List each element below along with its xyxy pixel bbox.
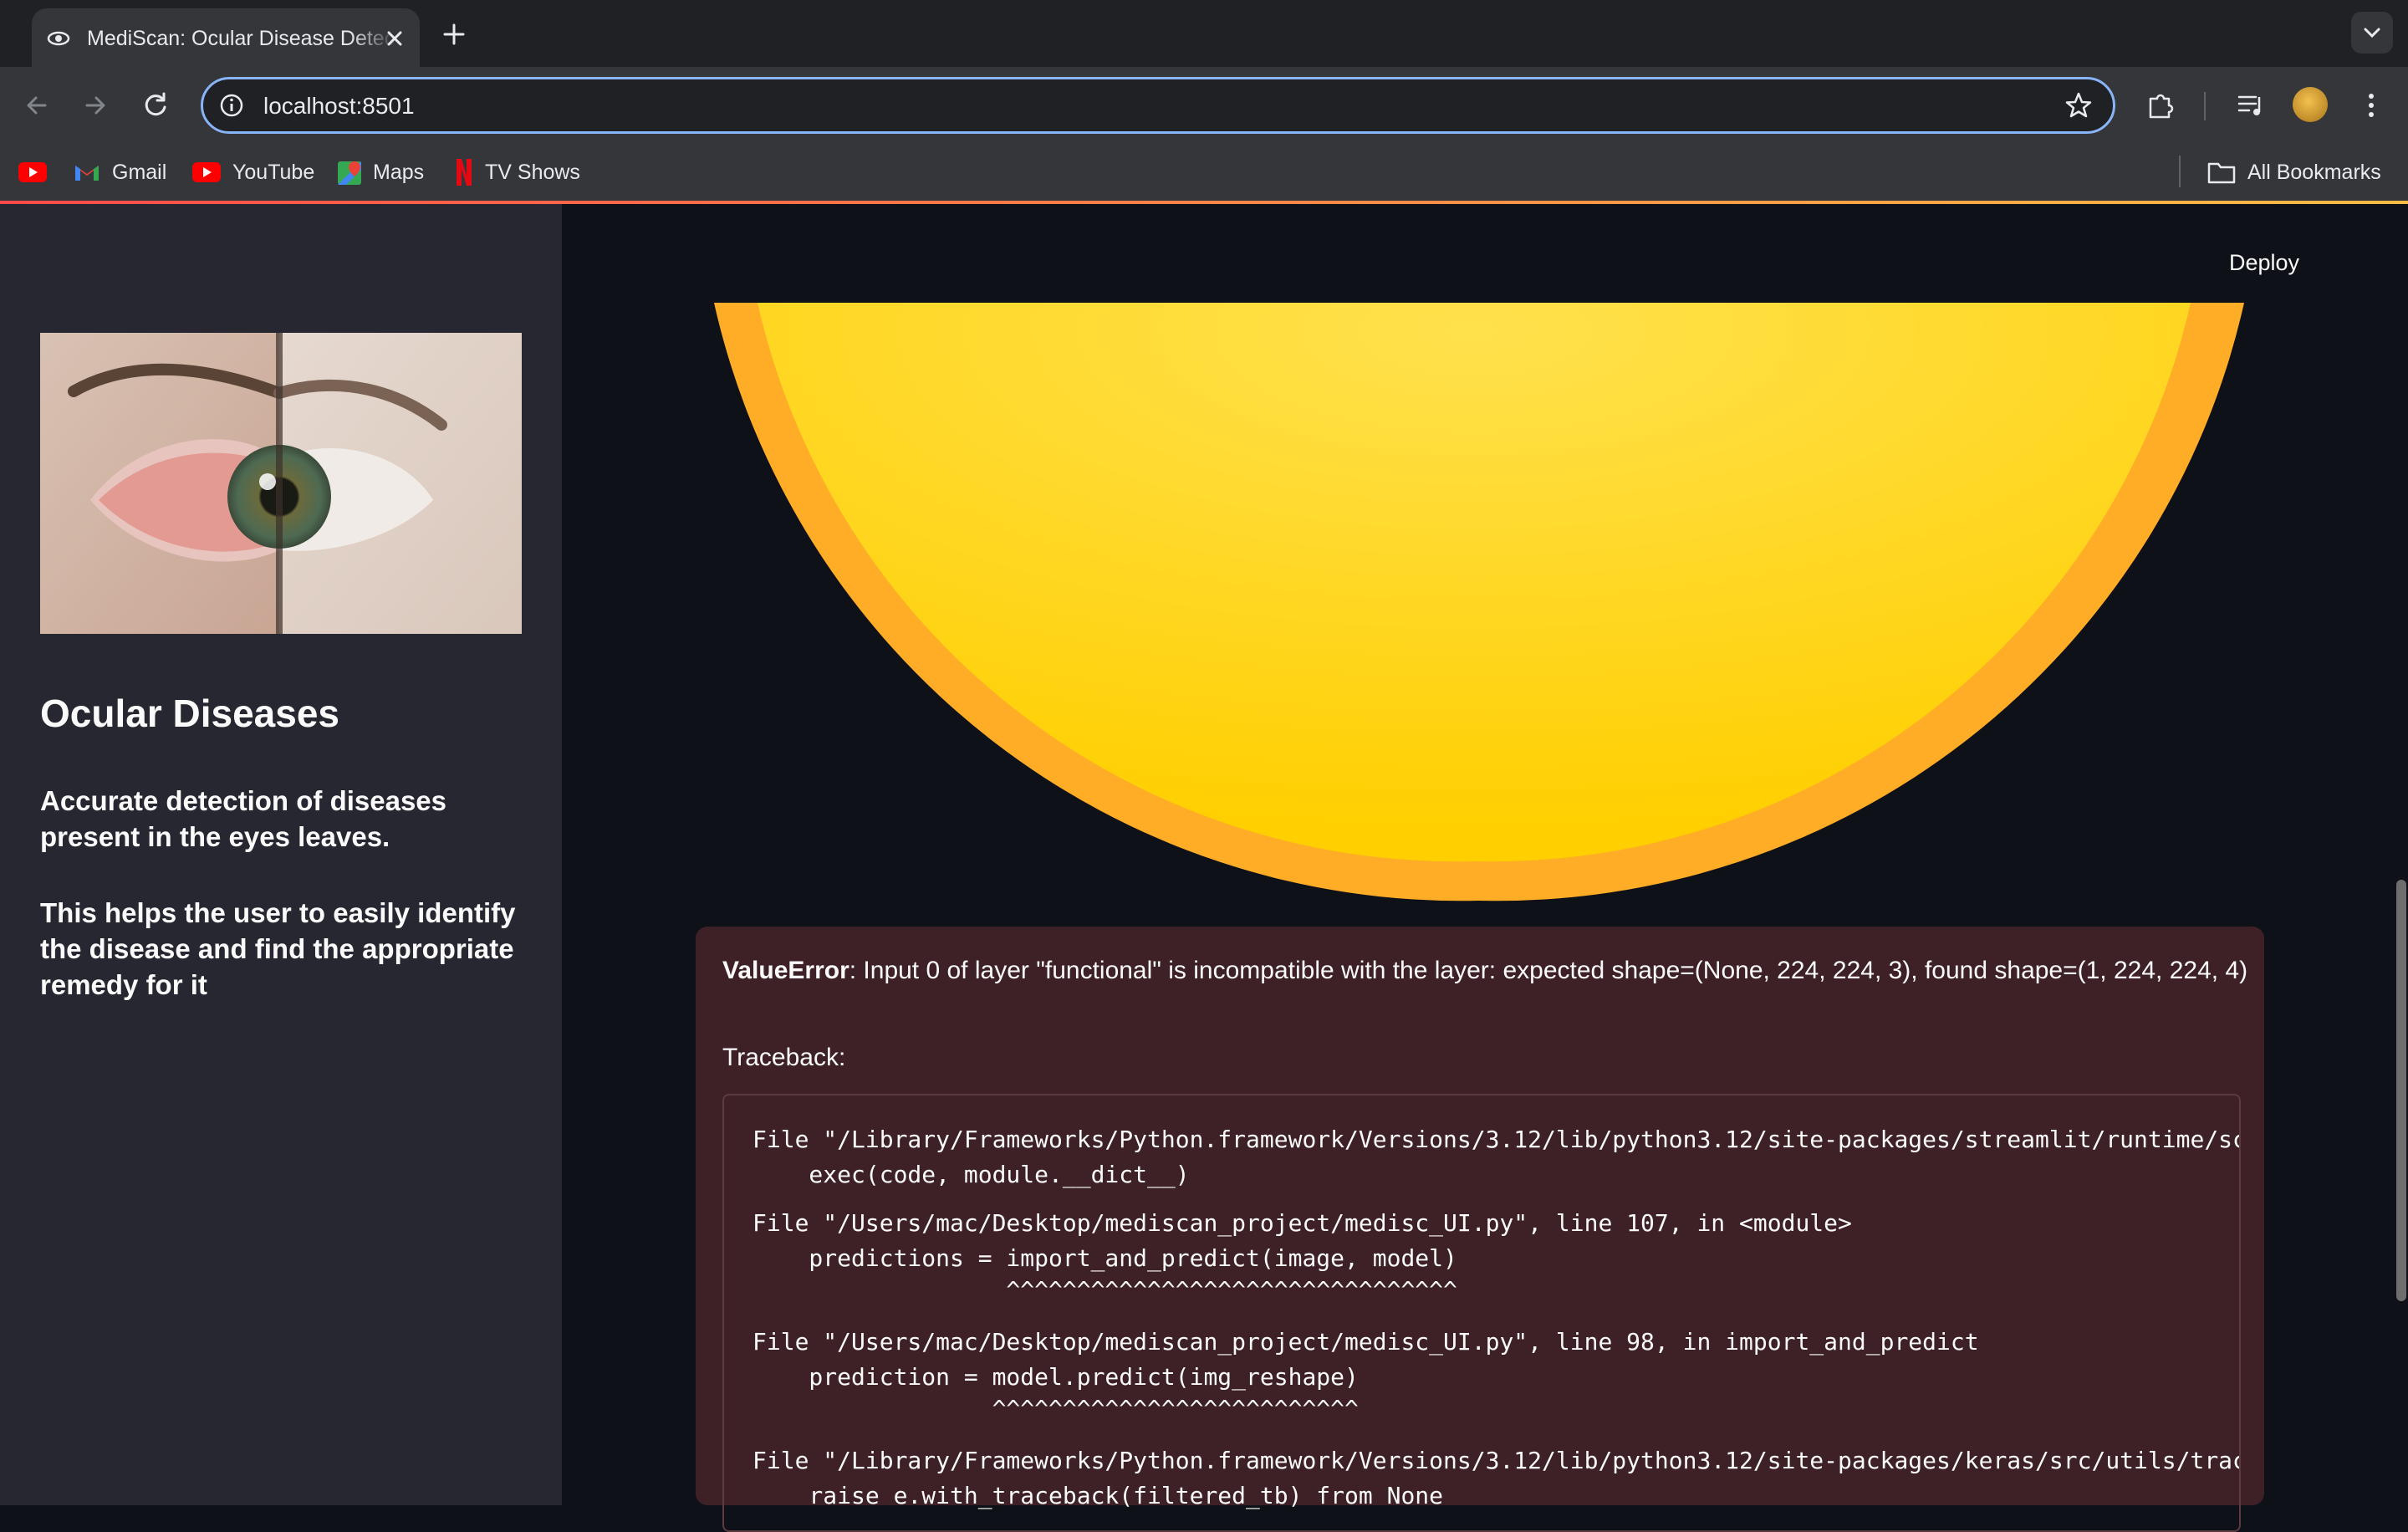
error-text: : Input 0 of layer "functional" is incom… — [849, 957, 2248, 984]
sidebar-description: Accurate detection of diseases present i… — [40, 785, 447, 852]
bookmarks-separator — [2179, 156, 2181, 187]
chevron-down-icon — [2364, 28, 2380, 38]
bookmark-star-icon[interactable] — [2063, 89, 2094, 121]
forward-icon[interactable] — [77, 87, 114, 124]
eye-favicon-icon — [47, 31, 70, 46]
traceback-line: raise e.with_traceback(filtered_tb) from… — [752, 1482, 1444, 1509]
back-icon[interactable] — [18, 87, 55, 124]
bookmark-gmail[interactable]: Gmail — [74, 159, 166, 186]
bookmark-label: Gmail — [112, 160, 167, 184]
sidebar-title: Ocular Diseases — [40, 692, 340, 735]
bookmark-label: Maps — [373, 160, 425, 184]
site-info-icon[interactable] — [218, 92, 245, 119]
bookmark-youtube-2[interactable]: YouTube — [192, 159, 314, 186]
url-text: localhost:8501 — [263, 93, 415, 119]
traceback-label: Traceback: — [722, 1044, 846, 1071]
bookmark-label: YouTube — [232, 160, 315, 184]
maps-icon — [338, 161, 361, 185]
media-controls-icon[interactable] — [2232, 87, 2269, 124]
error-message: ValueError: Input 0 of layer "functional… — [722, 957, 2248, 985]
error-type: ValueError — [722, 957, 849, 984]
all-bookmarks-label: All Bookmarks — [2247, 160, 2381, 184]
traceback-code: File "/Library/Frameworks/Python.framewo… — [722, 1094, 2241, 1532]
traceback-line: exec(code, module.__dict__) — [752, 1161, 1190, 1188]
youtube-icon — [192, 162, 221, 182]
netflix-icon — [457, 159, 472, 186]
bookmarks-bar: Gmail YouTube Maps TV Shows All Bookmark… — [0, 144, 2408, 201]
traceback-line: File "/Users/mac/Desktop/mediscan_projec… — [752, 1209, 1852, 1237]
traceback-line: File "/Library/Frameworks/Python.framewo… — [752, 1447, 2241, 1474]
error-box: ValueError: Input 0 of layer "functional… — [696, 927, 2264, 1532]
eye-illustration — [40, 333, 522, 634]
sidebar-help-text: This helps the user to easily identify t… — [40, 897, 516, 1000]
sidebar: Ocular Diseases Accurate detection of di… — [0, 204, 562, 1505]
sun-half-circle — [714, 303, 2244, 901]
toolbar-separator — [2204, 92, 2206, 120]
all-bookmarks-button[interactable]: All Bookmarks — [2207, 159, 2381, 186]
traceback-line: File "/Library/Frameworks/Python.framewo… — [752, 1126, 2241, 1153]
traceback-line: File "/Users/mac/Desktop/mediscan_projec… — [752, 1328, 1979, 1356]
bookmark-maps[interactable]: Maps — [338, 159, 424, 186]
traceback-line: ^^^^^^^^^^^^^^^^^^^^^^^^^^ — [752, 1395, 1359, 1422]
page-scrollbar[interactable] — [2396, 880, 2406, 1301]
reload-icon[interactable] — [137, 87, 174, 124]
extensions-icon[interactable] — [2142, 87, 2179, 124]
browser-tab-strip: MediScan: Ocular Disease Detection — [0, 0, 2408, 67]
sun-graphic — [714, 303, 2244, 905]
bookmark-label: TV Shows — [485, 160, 580, 184]
traceback-line: prediction = model.predict(img_reshape) — [752, 1363, 1359, 1391]
profile-avatar[interactable] — [2293, 87, 2328, 122]
traceback-line: predictions = import_and_predict(image, … — [752, 1244, 1457, 1272]
tab-search-button[interactable] — [2351, 12, 2393, 54]
new-tab-icon[interactable] — [436, 17, 472, 52]
more-menu-icon[interactable] — [2353, 87, 2390, 124]
address-bar[interactable]: localhost:8501 — [201, 77, 2115, 134]
gmail-icon — [75, 166, 99, 181]
traceback-line: ^^^^^^^^^^^^^^^^^^^^^^^^^^^^^^^^ — [752, 1276, 1457, 1304]
deploy-button[interactable]: Deploy — [2206, 243, 2323, 283]
browser-toolbar: localhost:8501 — [0, 67, 2408, 144]
tab-title: MediScan: Ocular Disease Detection — [87, 27, 396, 50]
close-tab-icon[interactable] — [380, 23, 410, 54]
eye-image — [40, 333, 522, 634]
browser-tab[interactable]: MediScan: Ocular Disease Detection — [32, 8, 420, 67]
bookmark-youtube-1[interactable] — [18, 159, 59, 186]
bookmark-tv-shows[interactable]: TV Shows — [455, 159, 580, 186]
youtube-icon — [18, 162, 47, 182]
folder-icon — [2207, 162, 2236, 184]
